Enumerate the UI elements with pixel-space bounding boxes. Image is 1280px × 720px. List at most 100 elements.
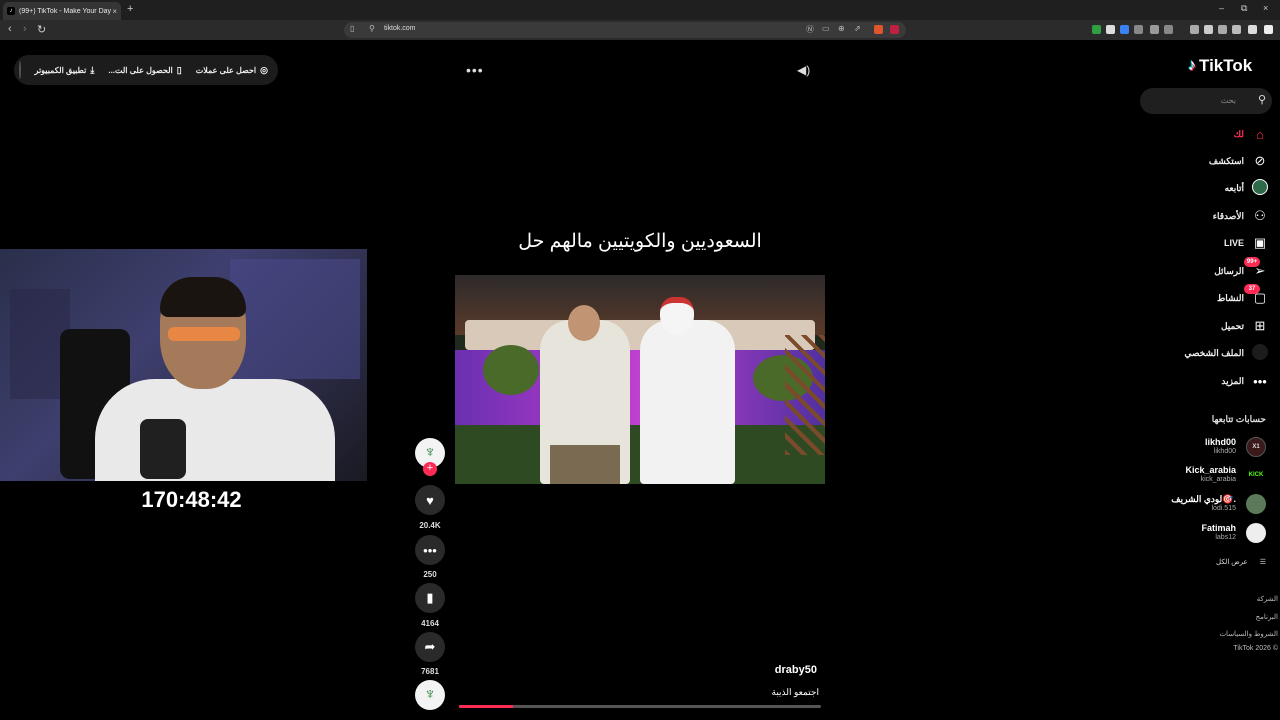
webcam-person-hair xyxy=(160,277,246,317)
browser-tab[interactable]: ♪ (99+) TikTok - Make Your Day × xyxy=(3,2,121,20)
like-button[interactable]: ♥ xyxy=(415,485,445,515)
back-icon[interactable]: ‹ xyxy=(8,23,12,35)
nav-item-following[interactable]: أتابعه xyxy=(1150,178,1268,198)
nav-item-messages[interactable]: الرسائل ➢ 99+ xyxy=(1150,257,1268,281)
video-person-right-head xyxy=(660,297,694,335)
cast-icon[interactable]: ▭ xyxy=(822,24,830,33)
footer-terms-link[interactable]: الشروط والسياسات xyxy=(1150,630,1278,638)
site-info-icon[interactable]: ⚲ xyxy=(369,24,375,33)
comment-icon: ••• xyxy=(423,542,437,558)
menu-icon[interactable] xyxy=(1264,25,1273,34)
address-bar[interactable]: ▯ ⚲ tiktok.com Ⓝ ▭ ⊕ ⇗ xyxy=(344,22,906,38)
video-progress-bar[interactable] xyxy=(459,705,821,708)
extension-icon-3[interactable] xyxy=(1120,25,1129,34)
brave-rewards-icon[interactable] xyxy=(890,25,899,34)
friends-icon: ⚇ xyxy=(1254,208,1266,223)
more-icon: ••• xyxy=(1253,373,1267,389)
following-account[interactable]: likhd00 likhd00 X1 xyxy=(1140,434,1266,460)
save-button[interactable]: ▮ xyxy=(415,583,445,613)
search-placeholder: بحث xyxy=(1220,96,1236,105)
tiktok-note-icon: ♪ xyxy=(1188,57,1196,74)
see-all-button[interactable]: عرض الكل ☰ xyxy=(1150,556,1266,568)
upload-icon: ⊞ xyxy=(1254,318,1266,333)
comment-button[interactable]: ••• xyxy=(415,535,445,565)
footer-copyright: © 2026 TikTok xyxy=(1233,645,1278,652)
following-account[interactable]: لودي الشريف🎯. lodi.515 xyxy=(1140,491,1266,517)
forward-icon[interactable]: › xyxy=(23,23,27,35)
volume-icon[interactable]: ◀) xyxy=(797,63,810,77)
comment-count: 250 xyxy=(423,570,437,579)
nav-item-more[interactable]: المزيد ••• xyxy=(1150,371,1268,391)
video-scene-tree xyxy=(483,345,539,395)
account-avatar xyxy=(1246,494,1266,514)
like-count: 20.4K xyxy=(419,521,441,530)
video-scene-railing xyxy=(785,335,825,455)
video-person-left-legs xyxy=(550,445,620,484)
close-window-button[interactable]: × xyxy=(1263,3,1268,13)
channel-avatar[interactable] xyxy=(18,61,21,79)
footer-program-link[interactable]: البرنامج xyxy=(1150,613,1278,621)
translate-icon[interactable]: Ⓝ xyxy=(806,24,814,35)
reload-icon[interactable]: ↻ xyxy=(37,23,46,36)
account-avatar: KICK xyxy=(1246,465,1266,485)
nav-item-activity[interactable]: النشاط ▢ 37 xyxy=(1150,284,1268,308)
save-count: 4164 xyxy=(421,619,439,628)
bookmark-icon[interactable]: ▯ xyxy=(350,24,354,33)
video-player[interactable] xyxy=(455,275,825,484)
stream-timer: 170:48:42 xyxy=(141,487,242,512)
brave-shield-icon[interactable] xyxy=(874,25,883,34)
more-options-icon[interactable]: ••• xyxy=(466,62,484,78)
zoom-icon[interactable]: ⊕ xyxy=(838,24,845,33)
share-count: 7681 xyxy=(421,667,439,676)
extension-icon-5[interactable] xyxy=(1164,25,1173,34)
new-tab-button[interactable]: + xyxy=(127,3,133,15)
desktop-app-button[interactable]: ⤓ تطبيق الكمبيوتر xyxy=(35,65,95,76)
url-text[interactable]: tiktok.com xyxy=(384,25,416,32)
tiktok-favicon-icon: ♪ xyxy=(7,7,15,15)
tiktok-page: ◎ احصل على عملات ▯ الحصول على الت... ⤓ ت… xyxy=(0,40,1280,720)
get-app-button[interactable]: ▯ الحصول على الت... xyxy=(108,65,181,76)
share-arrow-icon: ➦ xyxy=(424,639,436,654)
minimize-button[interactable]: – xyxy=(1219,3,1224,13)
video-author[interactable]: draby50 xyxy=(700,664,817,676)
coin-icon: ◎ xyxy=(260,64,268,75)
following-account[interactable]: Kick_arabia kick_arabia KICK xyxy=(1140,462,1266,488)
extensions-puzzle-icon[interactable] xyxy=(1150,25,1159,34)
shield-icon[interactable] xyxy=(1248,25,1257,34)
extension-icon-2[interactable] xyxy=(1106,25,1115,34)
search-input[interactable]: بحث ⚲ xyxy=(1140,88,1272,114)
tiktok-logo[interactable]: ♪ TikTok xyxy=(1188,56,1252,76)
wallet-icon[interactable] xyxy=(1218,25,1227,34)
share-icon[interactable]: ⇗ xyxy=(854,24,861,33)
media-icon[interactable] xyxy=(1190,25,1199,34)
following-account[interactable]: Fatimah labs12 xyxy=(1140,520,1266,546)
maximize-button[interactable]: ⧉ xyxy=(1241,3,1247,14)
sound-avatar[interactable]: ♆ xyxy=(415,680,445,710)
palm-emblem-icon: ♆ xyxy=(424,444,436,461)
get-coins-button[interactable]: ◎ احصل على عملات xyxy=(196,65,268,76)
home-icon: ⌂ xyxy=(1256,126,1264,142)
webcam-microphone xyxy=(140,419,186,479)
footer-company-link[interactable]: الشركة xyxy=(1150,595,1278,603)
tab-title: (99+) TikTok - Make Your Day xyxy=(19,7,112,15)
tab-close-icon[interactable]: × xyxy=(112,7,117,16)
following-avatar xyxy=(1252,178,1268,195)
sidebar-toggle-icon[interactable] xyxy=(1204,25,1213,34)
following-accounts-title: حسابات تتابعها xyxy=(1211,414,1266,424)
share-button[interactable]: ➦ xyxy=(415,632,445,662)
nav-item-upload[interactable]: تحميل ⊞ xyxy=(1150,316,1268,336)
account-avatar xyxy=(1246,523,1266,543)
nav-item-friends[interactable]: الأصدقاء ⚇ xyxy=(1150,206,1268,226)
nav-item-for-you[interactable]: لك ⌂ xyxy=(1150,124,1268,144)
search-icon[interactable]: ⚲ xyxy=(1258,93,1266,106)
nav-item-explore[interactable]: استكشف ⊘ xyxy=(1150,151,1268,171)
follow-button[interactable]: + xyxy=(423,462,437,476)
vpn-icon[interactable] xyxy=(1232,25,1241,34)
webcam-person-body xyxy=(95,379,335,481)
extension-icon-4[interactable] xyxy=(1134,25,1143,34)
extension-icon-1[interactable] xyxy=(1092,25,1101,34)
nav-item-profile[interactable]: الملف الشخصي xyxy=(1150,343,1268,363)
streamer-webcam xyxy=(0,249,367,481)
nav-item-live[interactable]: LIVE ▣ xyxy=(1150,233,1268,253)
live-icon: ▣ xyxy=(1253,235,1267,250)
